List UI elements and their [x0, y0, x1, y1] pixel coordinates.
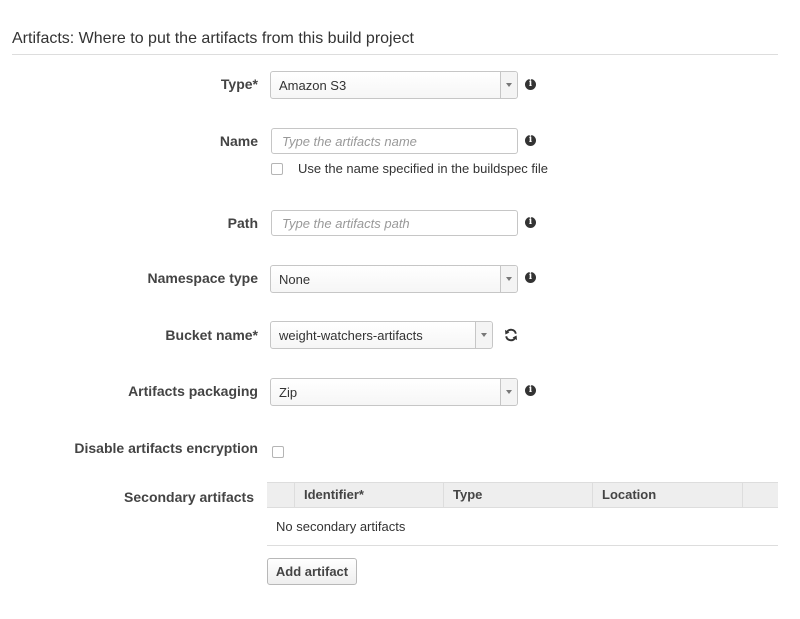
secondary-artifacts-label: Secondary artifacts — [124, 489, 254, 505]
disable-encryption-label: Disable artifacts encryption — [74, 440, 258, 456]
name-label: Name — [219, 133, 258, 149]
use-buildspec-name-label: Use the name specified in the buildspec … — [298, 161, 549, 176]
namespace-type-label: Namespace type — [147, 270, 258, 286]
path-input[interactable] — [271, 210, 518, 236]
disable-encryption-checkbox[interactable] — [272, 446, 284, 458]
use-buildspec-name-checkbox[interactable] — [271, 163, 283, 175]
column-header-type[interactable]: Type — [443, 483, 592, 507]
artifacts-packaging-select-value: Zip — [279, 385, 298, 400]
info-icon[interactable]: i — [525, 135, 536, 146]
name-input[interactable] — [271, 128, 518, 154]
artifacts-section: Artifacts: Where to put the artifacts fr… — [0, 0, 800, 619]
column-header-identifier[interactable]: Identifier* — [294, 483, 443, 507]
secondary-artifacts-empty-text: No secondary artifacts — [276, 519, 406, 534]
info-icon[interactable]: i — [525, 79, 536, 90]
info-icon[interactable]: i — [525, 217, 536, 228]
path-label: Path — [227, 215, 258, 231]
secondary-artifacts-table-header: Identifier* Type Location — [267, 482, 778, 508]
info-icon[interactable]: i — [525, 272, 536, 283]
type-label: Type* — [220, 76, 258, 92]
info-icon[interactable]: i — [525, 385, 536, 396]
bucket-name-select-value: weight-watchers-artifacts — [279, 328, 423, 343]
artifacts-packaging-select[interactable]: Zip — [270, 378, 518, 406]
caret-down-icon — [500, 72, 517, 98]
type-select[interactable]: Amazon S3 — [270, 71, 518, 99]
section-divider — [12, 54, 778, 55]
namespace-type-select-value: None — [279, 272, 311, 287]
column-header-location[interactable]: Location — [592, 483, 742, 507]
caret-down-icon — [500, 266, 517, 292]
section-title: Artifacts: Where to put the artifacts fr… — [12, 30, 414, 47]
caret-down-icon — [500, 379, 517, 405]
namespace-type-select[interactable]: None — [270, 265, 518, 293]
bucket-name-label: Bucket name* — [165, 327, 258, 343]
add-artifact-button[interactable]: Add artifact — [267, 558, 357, 585]
table-divider — [267, 545, 778, 546]
column-header-actions — [742, 483, 776, 507]
refresh-icon[interactable] — [504, 328, 518, 342]
caret-down-icon — [475, 322, 492, 348]
bucket-name-select[interactable]: weight-watchers-artifacts — [270, 321, 493, 349]
type-select-value: Amazon S3 — [279, 78, 347, 93]
artifacts-packaging-label: Artifacts packaging — [128, 383, 258, 399]
